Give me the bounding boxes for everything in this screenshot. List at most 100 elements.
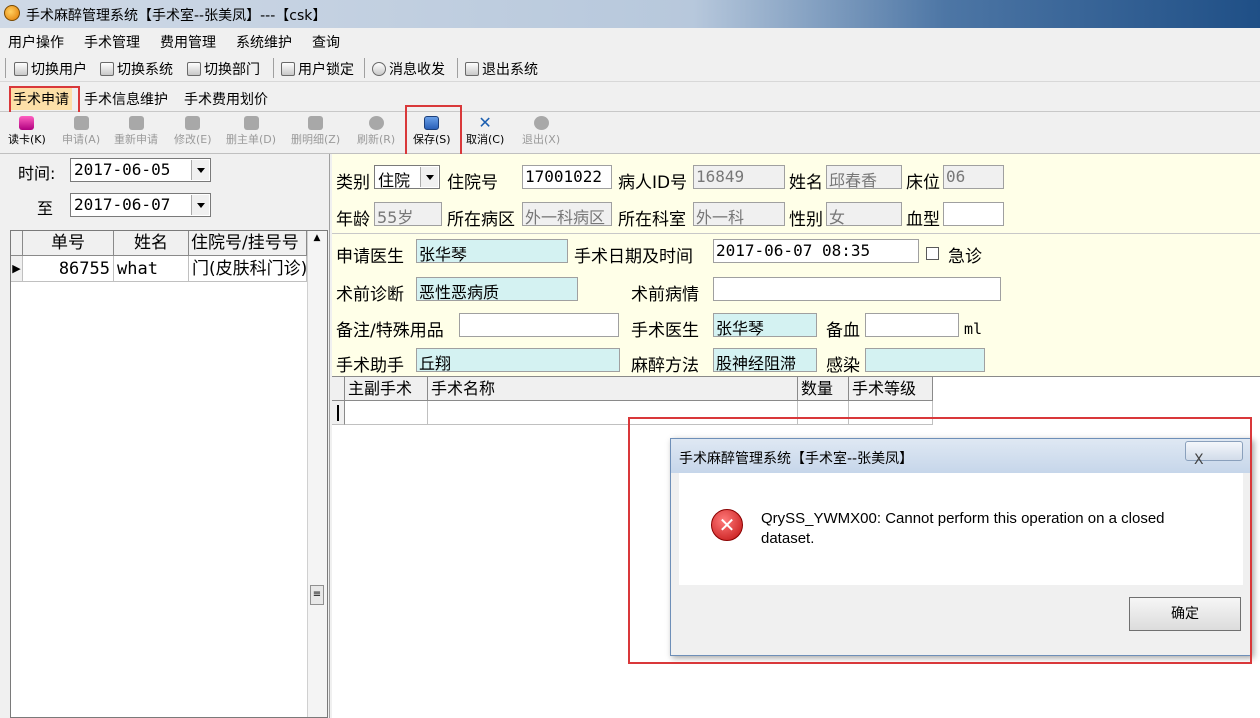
applicant-label: 申请医生 — [336, 247, 404, 267]
remark-field[interactable] — [459, 313, 619, 337]
chevron-down-icon[interactable] — [191, 160, 209, 180]
table-row-number[interactable]: 86755 — [23, 256, 114, 282]
apply-button[interactable]: 申请(A) — [62, 116, 100, 147]
list-scrollbar[interactable]: ▲ ≡ — [307, 231, 327, 717]
reapply-button[interactable]: 重新申请 — [114, 116, 158, 147]
row-indicator-icon — [332, 401, 345, 425]
switch-user-button[interactable]: 切换用户 — [14, 59, 87, 79]
ward-label: 所在病区 — [447, 210, 515, 230]
tab-surgery-fee-pricing[interactable]: 手术费用划价 — [181, 88, 271, 110]
column-header-name[interactable]: 姓名 — [114, 231, 189, 256]
surgery-datetime-label: 手术日期及时间 — [574, 247, 693, 267]
assistant-label: 手术助手 — [336, 356, 404, 376]
applicant-field[interactable]: 张华琴 — [416, 239, 568, 263]
scroll-up-icon[interactable]: ▲ — [310, 233, 324, 243]
application-list: 单号 姓名 住院号/挂号号 ▶ 86755 what 门(皮肤科门诊) ▲ ≡ — [10, 230, 328, 718]
edit-button[interactable]: 修改(E) — [174, 116, 212, 147]
age-field[interactable]: 55岁 — [374, 202, 442, 226]
remark-label: 备注/特殊用品 — [336, 321, 444, 341]
menu-surgery-mgmt[interactable]: 手术管理 — [84, 32, 140, 52]
column-header-reg[interactable]: 住院号/挂号号 — [189, 231, 307, 256]
patient-id-label: 病人ID号 — [618, 173, 688, 193]
dept-label: 所在科室 — [618, 210, 686, 230]
menu-system-maint[interactable]: 系统维护 — [236, 32, 292, 52]
blood-prep-label: 备血 — [826, 321, 860, 341]
sex-field[interactable]: 女 — [826, 202, 902, 226]
pre-diagnosis-label: 术前诊断 — [336, 285, 404, 305]
dept-field[interactable]: 外一科 — [693, 202, 785, 226]
type-label: 类别 — [336, 173, 370, 193]
surgeon-label: 手术医生 — [631, 321, 699, 341]
anesthesia-label: 麻醉方法 — [631, 356, 699, 376]
cancel-icon: ✕ — [478, 113, 492, 132]
date-from-select[interactable]: 2017-06-05 — [70, 158, 211, 182]
chevron-down-icon[interactable] — [191, 195, 209, 215]
blood-type-field[interactable] — [943, 202, 1004, 226]
cancel-button[interactable]: ✕ 取消(C) — [466, 113, 504, 147]
column-header-number[interactable]: 单号 — [23, 231, 114, 256]
patient-id-field[interactable]: 16849 — [693, 165, 785, 189]
scroll-thumb[interactable]: ≡ — [310, 585, 324, 605]
bed-field[interactable]: 06 — [943, 165, 1004, 189]
column-header-surgery-name[interactable]: 手术名称 — [428, 377, 798, 401]
switch-system-icon — [100, 62, 114, 76]
department-icon — [187, 62, 201, 76]
anesthesia-field[interactable]: 股神经阻滞 — [713, 348, 817, 372]
switch-system-button[interactable]: 切换系统 — [100, 59, 173, 79]
name-label: 姓名 — [789, 173, 823, 193]
table-row-reg[interactable]: 门(皮肤科门诊) — [189, 256, 307, 282]
refresh-button[interactable]: 刷新(R) — [357, 116, 395, 147]
name-field[interactable]: 邱春香 — [826, 165, 902, 189]
message-button[interactable]: 消息收发 — [372, 59, 445, 79]
menu-fee-mgmt[interactable]: 费用管理 — [160, 32, 216, 52]
tab-surgery-info-maint[interactable]: 手术信息维护 — [81, 88, 171, 110]
type-select[interactable]: 住院 — [374, 165, 440, 190]
message-icon — [372, 62, 386, 76]
column-header-main-sub[interactable]: 主副手术 — [345, 377, 428, 401]
table-cell[interactable] — [345, 401, 428, 425]
inpatient-no-label: 住院号 — [447, 173, 498, 193]
window-title: 手术麻醉管理系统【手术室--张美凤】---【csk】 — [26, 8, 327, 24]
infection-label: 感染 — [826, 356, 860, 376]
delete-main-button[interactable]: 删主单(D) — [226, 116, 276, 147]
highlight-frame — [628, 417, 1252, 664]
title-bar: 手术麻醉管理系统【手术室--张美凤】---【csk】 — [0, 0, 1260, 28]
exit-system-button[interactable]: 退出系统 — [465, 59, 538, 79]
infection-field[interactable] — [865, 348, 985, 372]
edit-icon — [185, 116, 201, 130]
column-header-grade[interactable]: 手术等级 — [849, 377, 933, 401]
sex-label: 性别 — [789, 210, 823, 230]
menu-bar: 用户操作 手术管理 费用管理 系统维护 查询 — [0, 28, 1260, 54]
column-header-quantity[interactable]: 数量 — [798, 377, 849, 401]
read-card-button[interactable]: 读卡(K) — [8, 116, 46, 147]
age-label: 年龄 — [336, 210, 370, 230]
exit-icon — [533, 116, 549, 130]
pre-condition-label: 术前病情 — [631, 285, 699, 305]
delete-detail-button[interactable]: 删明细(Z) — [291, 116, 340, 147]
urgent-checkbox[interactable] — [926, 247, 939, 260]
refresh-icon — [368, 116, 384, 130]
exit-button[interactable]: 退出(X) — [522, 116, 560, 147]
exit-icon — [465, 62, 479, 76]
surgery-datetime-field[interactable]: 2017-06-07 08:35 — [713, 239, 919, 263]
pre-condition-field[interactable] — [713, 277, 1001, 301]
delete-main-icon — [243, 116, 259, 130]
date-to-select[interactable]: 2017-06-07 — [70, 193, 211, 217]
chevron-down-icon[interactable] — [420, 167, 438, 187]
switch-dept-button[interactable]: 切换部门 — [187, 59, 260, 79]
table-row-name[interactable]: what — [114, 256, 189, 282]
bed-label: 床位 — [906, 173, 940, 193]
assistant-field[interactable]: 丘翔 — [416, 348, 620, 372]
menu-user-ops[interactable]: 用户操作 — [8, 32, 64, 52]
blood-prep-field[interactable] — [865, 313, 959, 337]
menu-query[interactable]: 查询 — [312, 32, 340, 52]
pre-diagnosis-field[interactable]: 恶性恶病质 — [416, 277, 578, 301]
app-icon — [4, 5, 20, 21]
surgeon-field[interactable]: 张华琴 — [713, 313, 817, 337]
card-icon — [19, 116, 35, 130]
ward-field[interactable]: 外一科病区 — [522, 202, 612, 226]
row-indicator-icon: ▶ — [11, 256, 23, 282]
inpatient-no-field[interactable]: 17001022 — [522, 165, 612, 189]
apply-icon — [73, 116, 89, 130]
lock-user-button[interactable]: 用户锁定 — [281, 59, 354, 79]
